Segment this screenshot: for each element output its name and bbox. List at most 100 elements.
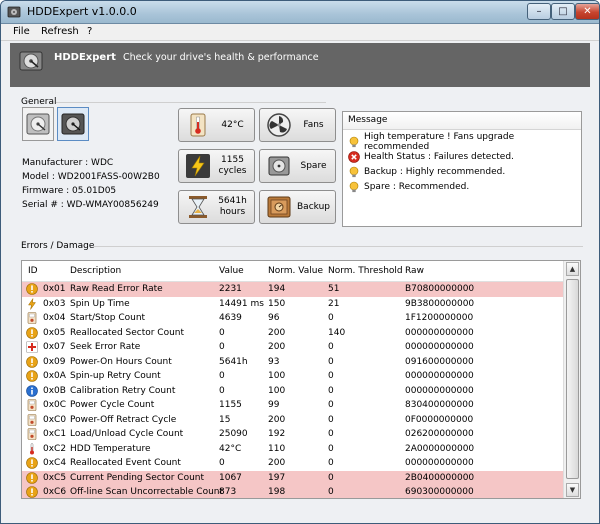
- table-header: ID Description Value Norm. Value Norm. T…: [22, 261, 563, 282]
- table-row[interactable]: 0xC2 HDD Temperature 42°C 110 0 2A0000000000: [22, 442, 563, 457]
- cell-description: Current Pending Sector Count: [70, 472, 205, 483]
- table-row[interactable]: 0x0C Power Cycle Count 1155 99 0 830400000000: [22, 398, 563, 413]
- cell-norm-value: 100: [268, 385, 286, 396]
- cell-value: 0: [219, 385, 225, 396]
- cell-raw: B70800000000: [405, 284, 475, 294]
- cell-norm-threshold: 0: [328, 371, 334, 381]
- table-row[interactable]: 0x05 Reallocated Sector Count 0 200 140 00000…: [22, 326, 563, 341]
- backup-button[interactable]: Backup: [259, 190, 336, 224]
- cell-description: Reallocated Sector Count: [70, 327, 185, 338]
- warning-bulb-icon: [348, 181, 360, 193]
- warning-icon: [26, 326, 38, 339]
- cell-norm-value: 100: [268, 371, 286, 381]
- cell-norm-threshold: 21: [328, 298, 340, 309]
- cell-norm-value: 200: [268, 327, 286, 338]
- message-item: High temperature ! Fans upgrade recommen…: [343, 132, 581, 152]
- title-bar[interactable]: HDDExpert v1.0.0.0 – □ ✕: [1, 1, 599, 24]
- cell-id: 0x0A: [43, 371, 66, 381]
- warning-icon: [26, 457, 38, 469]
- message-item: Backup : Highly recommended.: [343, 164, 581, 179]
- cell-norm-value: 194: [268, 284, 286, 294]
- scroll-up-arrow[interactable]: ▲: [566, 262, 579, 276]
- cell-description: Raw Read Error Rate: [70, 284, 163, 294]
- cell-id: 0x07: [43, 342, 66, 352]
- column-header-norm-value[interactable]: Norm. Value: [268, 266, 323, 276]
- cell-id: 0xC0: [43, 414, 67, 425]
- table-row[interactable]: 0x03 Spin Up Time 14491 ms 150 21 9B380000000…: [22, 297, 563, 312]
- cell-value: 1155: [219, 400, 242, 410]
- spare-drive-icon: [268, 156, 290, 176]
- cell-description: Calibration Retry Count: [70, 385, 176, 396]
- counter-icon: [26, 413, 38, 426]
- window-title: HDDExpert v1.0.0.0: [27, 5, 137, 18]
- cell-norm-value: 200: [268, 342, 286, 352]
- lightning-icon: [26, 297, 38, 310]
- table-row[interactable]: 0x01 Raw Read Error Rate 2231 194 51 B7080000…: [22, 282, 563, 297]
- cell-id: 0x0C: [43, 400, 67, 410]
- info-icon: [26, 384, 38, 397]
- errors-divider: [93, 246, 583, 247]
- hdd-icon: [26, 113, 50, 135]
- general-group-label: General: [21, 97, 57, 107]
- cell-raw: 000000000000: [405, 342, 474, 352]
- cell-norm-value: 93: [268, 356, 280, 367]
- close-button[interactable]: ✕: [575, 3, 599, 20]
- cycles-unit: cycles: [218, 166, 247, 176]
- warning-bulb-icon: [348, 136, 360, 148]
- cell-value: 42°C: [219, 443, 242, 454]
- hours-value: 5641h: [218, 196, 247, 206]
- table-row[interactable]: 0xC6 Off-line Scan Uncorrectable Count 873…: [22, 485, 563, 498]
- spare-label: Spare: [300, 160, 327, 171]
- table-row[interactable]: 0x07 Seek Error Rate 0 200 0 000000000000: [22, 340, 563, 355]
- cell-description: Power-Off Retract Cycle: [70, 414, 177, 425]
- column-header-norm-threshold[interactable]: Norm. Threshold: [328, 266, 403, 276]
- spare-button[interactable]: Spare: [259, 149, 336, 183]
- table-row[interactable]: 0xC5 Current Pending Sector Count 1067 197 0…: [22, 470, 563, 485]
- table-row[interactable]: 0xC1 Load/Unload Cycle Count 25090 192 0 0262…: [22, 427, 563, 442]
- cell-id: 0xC5: [43, 472, 67, 483]
- column-header-id[interactable]: ID: [28, 266, 38, 276]
- column-header-description[interactable]: Description: [70, 266, 121, 276]
- hdd-logo-icon: [19, 51, 43, 71]
- temperature-button[interactable]: 42°C: [178, 108, 255, 142]
- hours-button[interactable]: 5641h hours: [178, 190, 255, 224]
- table-row[interactable]: 0x0A Spin-up Retry Count 0 100 0 000000000000: [22, 369, 563, 384]
- cell-value: 873: [219, 487, 237, 497]
- fans-button[interactable]: Fans: [259, 108, 336, 142]
- warning-icon: [26, 471, 38, 484]
- cell-norm-value: 198: [268, 487, 286, 497]
- table-row[interactable]: 0xC4 Reallocated Event Count 0 200 0 00000000…: [22, 456, 563, 471]
- cell-description: Load/Unload Cycle Count: [70, 429, 184, 439]
- menu-file[interactable]: File: [13, 26, 30, 37]
- message-text: Spare : Recommended.: [364, 181, 470, 192]
- vertical-scrollbar[interactable]: ▲ ▼: [563, 261, 580, 498]
- maximize-button[interactable]: □: [551, 3, 575, 20]
- cell-norm-threshold: 0: [328, 400, 334, 410]
- table-row[interactable]: 0x0B Calibration Retry Count 0 100 0 00000000…: [22, 384, 563, 399]
- column-header-raw[interactable]: Raw: [405, 266, 424, 276]
- column-header-value[interactable]: Value: [219, 266, 244, 276]
- serial-text: Serial # : WD-WMAY00856249: [22, 200, 159, 210]
- medic-icon: [26, 341, 38, 353]
- drive-2-button[interactable]: [57, 107, 89, 141]
- error-red-x-icon: [348, 150, 360, 163]
- scroll-thumb[interactable]: [566, 279, 579, 479]
- scroll-down-arrow[interactable]: ▼: [566, 483, 579, 497]
- firmware-text: Firmware : 05.01D05: [22, 186, 117, 196]
- message-item: Spare : Recommended.: [343, 179, 581, 194]
- message-text: Backup : Highly recommended.: [364, 166, 506, 177]
- cell-norm-threshold: 140: [328, 327, 346, 338]
- menu-help[interactable]: ?: [87, 26, 92, 37]
- backup-label: Backup: [297, 201, 330, 212]
- table-row[interactable]: 0xC0 Power-Off Retract Cycle 15 200 0 0F00000…: [22, 413, 563, 428]
- minimize-button[interactable]: –: [527, 3, 551, 20]
- drive-1-button[interactable]: [22, 107, 54, 141]
- manufacturer-text: Manufacturer : WDC: [22, 158, 114, 168]
- menu-refresh[interactable]: Refresh: [41, 26, 79, 37]
- table-row[interactable]: 0x04 Start/Stop Count 4639 96 0 1F1200000000: [22, 311, 563, 326]
- table-row[interactable]: 0x09 Power-On Hours Count 5641h 93 0 09160000…: [22, 355, 563, 370]
- app-hdd-icon: [7, 6, 21, 18]
- cell-id: 0x01: [43, 284, 66, 294]
- cycles-value: 1155: [221, 155, 244, 165]
- cycles-button[interactable]: 1155 cycles: [178, 149, 255, 183]
